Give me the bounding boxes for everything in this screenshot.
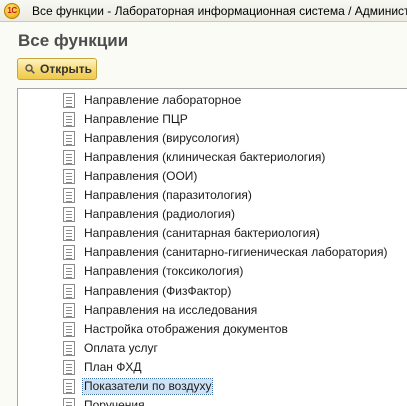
list-item[interactable]: Направления (санитарно-гигиеническая лаб… — [18, 243, 407, 262]
list-item[interactable]: Направления (ФизФактор) — [18, 282, 407, 301]
document-icon — [63, 226, 75, 242]
document-icon — [63, 207, 75, 223]
document-icon — [63, 188, 75, 204]
list-item[interactable]: Направления (ООИ) — [18, 167, 407, 186]
document-icon — [63, 378, 75, 394]
list-item[interactable]: Направления на исследования — [18, 301, 407, 320]
page-title: Все функции — [18, 31, 129, 50]
list-item-label: Направление ПЦР — [84, 112, 188, 127]
document-icon — [63, 359, 75, 375]
list-item[interactable]: Настройка отображения документов — [18, 320, 407, 339]
list-item-label: Направления (паразитология) — [84, 188, 252, 203]
list-item-label: Оплата услуг — [84, 340, 158, 355]
document-icon — [63, 131, 75, 147]
list-item-label: Направления (санитарная бактериология) — [84, 226, 320, 241]
list-item[interactable]: Направления (токсикология) — [18, 262, 407, 281]
list-item-label: Направления (вирусология) — [84, 131, 240, 146]
list-item-label: Направления (токсикология) — [84, 264, 244, 279]
list-item-label: Показатели по воздуху — [81, 377, 214, 395]
list-item[interactable]: Направления (вирусология) — [18, 129, 407, 148]
app-window: 1С Все функции - Лабораторная информацио… — [0, 0, 407, 406]
list-item-label: Направления (радиология) — [84, 207, 235, 222]
list-item[interactable]: План ФХД — [18, 358, 407, 377]
window-titlebar[interactable]: 1С Все функции - Лабораторная информацио… — [0, 0, 407, 22]
document-icon — [63, 340, 75, 356]
list-item-label: Направления (клиническая бактериология) — [84, 150, 326, 165]
document-icon — [63, 397, 75, 406]
window-title: Все функции - Лабораторная информационна… — [32, 4, 407, 18]
list-item[interactable]: Направление лабораторное — [18, 91, 407, 110]
list-item-label: Направление лабораторное — [84, 93, 242, 107]
list-item[interactable]: Направления (радиология) — [18, 205, 407, 224]
list-item-label: Направления (санитарно-гигиеническая лаб… — [84, 245, 388, 260]
document-icon — [63, 321, 75, 337]
open-button-label: Открыть — [40, 62, 93, 76]
list-item-label: План ФХД — [84, 359, 142, 374]
list-item-label: Направления (ООИ) — [84, 169, 198, 184]
list-item-label: Направления на исследования — [84, 302, 258, 317]
document-icon — [63, 245, 75, 261]
functions-list[interactable]: Направление лабораторное Направление ПЦР Н… — [17, 88, 407, 406]
list-item[interactable]: Направления (санитарная бактериология) — [18, 224, 407, 243]
list-item[interactable]: Оплата услуг — [18, 339, 407, 358]
list-item[interactable]: Показатели по воздуху — [18, 377, 407, 396]
list-item-label: Направления (ФизФактор) — [84, 283, 232, 298]
document-icon — [63, 150, 75, 166]
list-item[interactable]: Направления (паразитология) — [18, 186, 407, 205]
document-icon — [63, 283, 75, 299]
document-icon — [63, 93, 75, 108]
open-button[interactable]: Открыть — [17, 58, 97, 80]
list-item[interactable]: Поручения — [18, 396, 407, 406]
list-item-label: Настройка отображения документов — [84, 321, 288, 336]
list-item[interactable]: Направления (клиническая бактериология) — [18, 148, 407, 167]
search-icon — [25, 64, 35, 74]
document-icon — [63, 264, 75, 280]
list-item-label: Поручения — [84, 397, 145, 406]
list-item[interactable]: Направление ПЦР — [18, 110, 407, 129]
document-icon — [63, 169, 75, 185]
document-icon — [63, 112, 75, 128]
document-icon — [63, 302, 75, 318]
app-logo-icon: 1С — [4, 3, 20, 19]
